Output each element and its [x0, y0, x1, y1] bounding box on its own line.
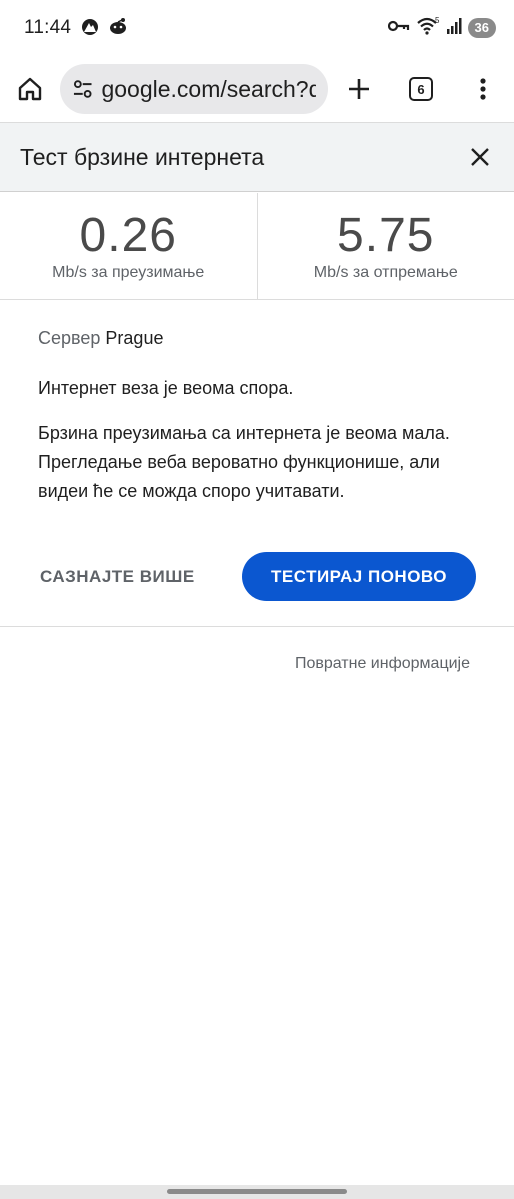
test-again-button[interactable]: ТЕСТИРАЈ ПОНОВО	[242, 552, 476, 601]
home-button[interactable]	[0, 59, 60, 119]
feedback-link[interactable]: Повратне информације	[295, 655, 470, 673]
plus-icon	[349, 79, 369, 99]
download-result: 0.26 Mb/s за преузимање	[0, 193, 257, 299]
server-name: Prague	[105, 328, 164, 348]
speed-results: 0.26 Mb/s за преузимање 5.75 Mb/s за отп…	[0, 193, 514, 300]
home-icon	[18, 77, 42, 101]
reddit-icon	[107, 17, 129, 40]
site-settings-icon[interactable]	[72, 78, 93, 100]
connection-summary: Интернет веза је веома спора.	[38, 378, 294, 398]
speed-test-actions: САЗНАЈТЕ ВИШЕ ТЕСТИРАЈ ПОНОВО	[0, 552, 514, 602]
upload-value: 5.75	[337, 209, 435, 262]
speed-details: Сервер Prague Интернет веза је веома спо…	[0, 300, 514, 506]
vpn-key-icon	[387, 19, 410, 38]
results-divider	[0, 626, 514, 627]
close-button[interactable]	[464, 141, 496, 173]
upload-unit: Mb/s за отпремање	[313, 264, 458, 281]
speed-test-header: Тест брзине интернета	[0, 123, 514, 192]
browser-toolbar: google.com/search?q 6	[0, 56, 514, 122]
gesture-nav-bar	[0, 1185, 514, 1199]
server-label: Сервер	[38, 328, 101, 348]
url-text[interactable]: google.com/search?q	[101, 76, 316, 103]
download-value: 0.26	[79, 209, 177, 262]
connection-detail: Брзина преузимања са интернета је веома …	[38, 423, 450, 501]
new-tab-button[interactable]	[328, 59, 390, 119]
close-icon	[471, 148, 489, 166]
status-bar: 11:44 5 36	[0, 0, 514, 56]
download-unit: Mb/s за преузимање	[52, 264, 205, 281]
tab-switcher-button[interactable]: 6	[390, 59, 452, 119]
home-gesture-handle[interactable]	[167, 1189, 347, 1194]
menu-button[interactable]	[452, 59, 514, 119]
more-vert-icon	[480, 78, 486, 100]
wifi-icon: 5	[416, 16, 440, 41]
server-line: Сервер Prague	[38, 328, 476, 349]
url-bar[interactable]: google.com/search?q	[60, 64, 328, 114]
nordvpn-icon	[79, 17, 101, 40]
signal-icon	[446, 17, 462, 40]
learn-more-button[interactable]: САЗНАЈТЕ ВИШЕ	[40, 552, 195, 602]
battery-indicator: 36	[467, 18, 496, 38]
status-time: 11:44	[24, 17, 72, 38]
tab-count: 6	[409, 77, 433, 101]
speed-test-title: Тест брзине интернета	[20, 143, 265, 170]
upload-result: 5.75 Mb/s за отпремање	[256, 193, 514, 299]
svg-text:5: 5	[435, 16, 440, 25]
